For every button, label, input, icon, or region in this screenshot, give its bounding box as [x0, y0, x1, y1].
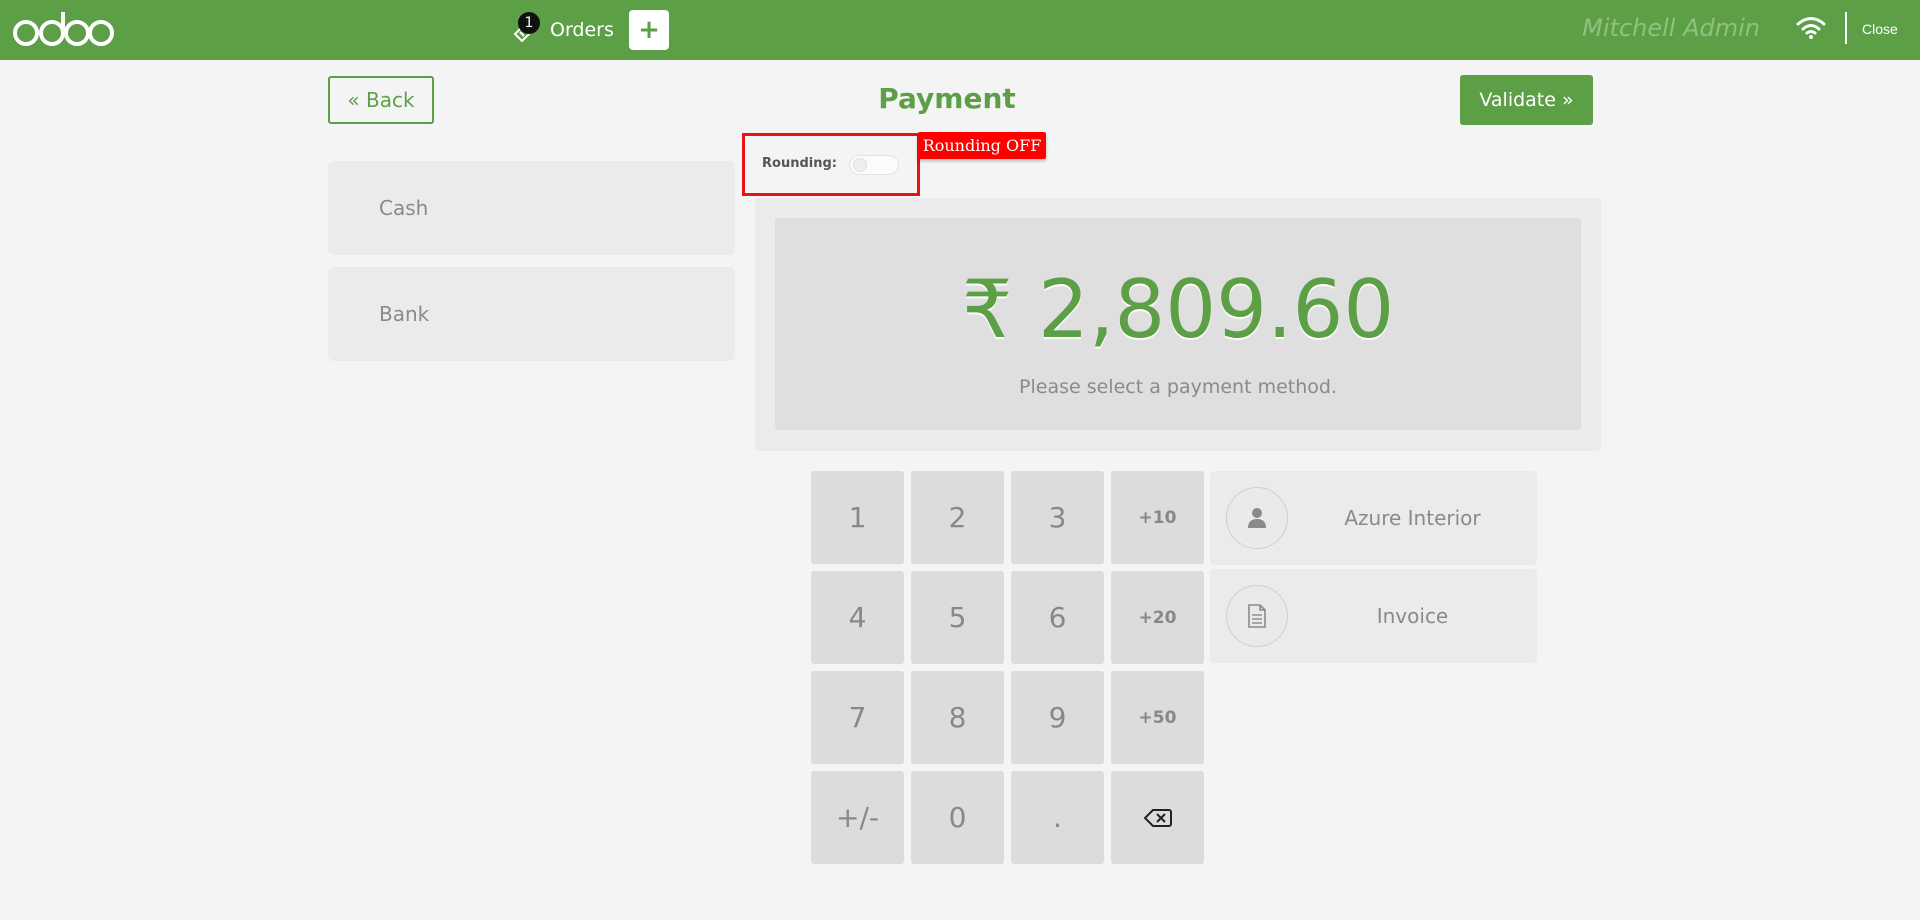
numpad-key-7[interactable]: 7	[811, 671, 904, 764]
orders-button[interactable]: 1 Orders	[508, 12, 614, 48]
numpad-key-9[interactable]: 9	[1011, 671, 1104, 764]
customer-avatar	[1226, 487, 1288, 549]
invoice-button[interactable]: Invoice	[1210, 569, 1537, 663]
customer-name: Azure Interior	[1344, 506, 1481, 530]
numpad-key-0[interactable]: 0	[911, 771, 1004, 864]
rounding-control: Rounding:	[742, 133, 920, 196]
topbar-divider	[1845, 12, 1847, 44]
orders-label: Orders	[550, 19, 614, 41]
back-button[interactable]: « Back	[328, 76, 434, 124]
close-button[interactable]: Close	[1862, 21, 1898, 37]
payment-method-bank[interactable]: Bank	[328, 267, 735, 361]
invoice-icon-circle	[1226, 585, 1288, 647]
payment-hint: Please select a payment method.	[1019, 376, 1337, 398]
numpad-key-5[interactable]: 5	[911, 571, 1004, 664]
validate-button[interactable]: Validate »	[1460, 75, 1593, 125]
page-title: Payment	[878, 82, 1016, 115]
numpad-key-plus-20[interactable]: +20	[1111, 571, 1204, 664]
new-order-button[interactable]: +	[629, 10, 669, 50]
toggle-knob	[853, 158, 867, 172]
rounding-status-tag: Rounding OFF	[918, 132, 1046, 159]
numpad-key-6[interactable]: 6	[1011, 571, 1104, 664]
total-amount: ₹ 2,809.60	[961, 263, 1395, 356]
numpad-key-backspace[interactable]	[1111, 771, 1204, 864]
user-name: Mitchell Admin	[1582, 14, 1760, 42]
plus-icon: +	[638, 15, 660, 45]
ticket-icon: 1	[508, 12, 540, 48]
orders-count-badge: 1	[518, 12, 540, 34]
rounding-label: Rounding:	[762, 156, 837, 171]
backspace-icon	[1143, 808, 1172, 827]
numpad-key-plus-50[interactable]: +50	[1111, 671, 1204, 764]
invoice-label: Invoice	[1376, 604, 1449, 628]
user-icon	[1248, 508, 1266, 528]
payment-method-label: Cash	[379, 196, 429, 220]
payment-method-label: Bank	[379, 302, 430, 326]
amount-panel: ₹ 2,809.60 Please select a payment metho…	[775, 218, 1581, 430]
rounding-toggle[interactable]	[849, 155, 899, 175]
customer-button[interactable]: Azure Interior	[1210, 471, 1537, 565]
numpad-key-4[interactable]: 4	[811, 571, 904, 664]
numpad-key-sign[interactable]: +/-	[811, 771, 904, 864]
numpad-key-1[interactable]: 1	[811, 471, 904, 564]
numpad-key-plus-10[interactable]: +10	[1111, 471, 1204, 564]
payment-summary: ₹ 2,809.60 Please select a payment metho…	[755, 198, 1601, 451]
numpad-key-2[interactable]: 2	[911, 471, 1004, 564]
document-icon	[1248, 604, 1266, 628]
payment-method-cash[interactable]: Cash	[328, 161, 735, 255]
odoo-logo	[13, 12, 114, 46]
numpad-key-8[interactable]: 8	[911, 671, 1004, 764]
wifi-icon	[1796, 17, 1826, 39]
numpad-key-decimal[interactable]: .	[1011, 771, 1104, 864]
numpad-key-3[interactable]: 3	[1011, 471, 1104, 564]
top-bar: 1 Orders + Mitchell Admin Close	[0, 0, 1920, 60]
